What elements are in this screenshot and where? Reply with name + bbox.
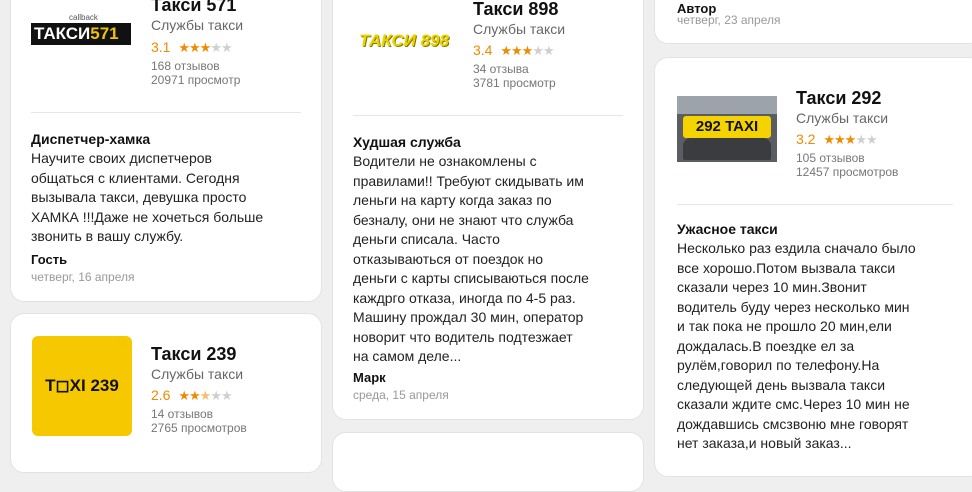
- reviews-count: 34 отзыва: [473, 62, 529, 76]
- rating: 3.2 ★★★★★: [796, 131, 878, 148]
- review-author: Марк: [353, 370, 386, 385]
- review-text: Несколько раз ездила сначало было все хо…: [677, 240, 916, 451]
- rating-value: 3.1: [151, 39, 171, 55]
- logo-main-text: ТАКСИ: [34, 24, 91, 43]
- company-logo-taxi-898[interactable]: ТАКСИ 898: [353, 21, 455, 61]
- company-name[interactable]: Такси 239: [151, 344, 236, 365]
- rating-stars-icon: ★★★★★: [823, 132, 877, 147]
- review-title[interactable]: Диспетчер-хамка: [31, 131, 150, 147]
- logo-sign-text: 292 TAXI: [683, 116, 771, 138]
- review-date: четверг, 23 апреля: [677, 13, 781, 27]
- company-logo-taxi-239[interactable]: T◻XI 239: [32, 336, 132, 436]
- rating-stars-icon: ★★★★★: [178, 388, 232, 403]
- logo-number-text: 571: [90, 24, 119, 43]
- divider: [31, 112, 301, 113]
- company-name[interactable]: Такси 571: [151, 0, 236, 16]
- rating-value: 2.6: [151, 387, 171, 403]
- divider: [677, 204, 953, 205]
- review-title[interactable]: Худшая служба: [353, 134, 461, 150]
- views-count: 12457 просмотров: [796, 165, 899, 179]
- review-author: Гость: [31, 252, 68, 267]
- company-name[interactable]: Такси 898: [473, 0, 558, 20]
- review-title[interactable]: Ужасное такси: [677, 221, 778, 237]
- review-card-taxi-571: callback ТАКСИ571 Такси 571 Службы такси…: [10, 0, 322, 302]
- review-date: четверг, 16 апреля: [31, 270, 135, 284]
- company-logo-taxi-571[interactable]: callback ТАКСИ571: [31, 9, 133, 59]
- views-count: 20971 просмотр: [151, 73, 241, 87]
- company-name[interactable]: Такси 292: [796, 88, 881, 109]
- rating: 3.4 ★★★★★: [473, 42, 555, 59]
- rating: 2.6 ★★★★★: [151, 387, 233, 404]
- reviews-count: 105 отзывов: [796, 151, 865, 165]
- logo-plate: ТАКСИ571: [31, 23, 131, 45]
- rating-stars-icon: ★★★★★: [500, 43, 554, 58]
- review-text: Водители не ознакомлены с правилами!! Тр…: [353, 153, 589, 364]
- company-category[interactable]: Службы такси: [151, 366, 243, 382]
- reviews-count: 14 отзывов: [151, 407, 214, 421]
- views-count: 2765 просмотров: [151, 421, 247, 435]
- review-card-taxi-898: ТАКСИ 898 Такси 898 Службы такси 3.4 ★★★…: [332, 0, 644, 420]
- divider: [353, 115, 623, 116]
- company-category[interactable]: Службы такси: [796, 110, 888, 126]
- rating-value: 3.2: [796, 131, 816, 147]
- review-date: среда, 15 апреля: [353, 388, 449, 402]
- review-card-partial: [332, 432, 644, 492]
- rating-value: 3.4: [473, 42, 493, 58]
- rating: 3.1 ★★★★★: [151, 39, 233, 56]
- company-logo-taxi-292[interactable]: 292 TAXI: [677, 96, 777, 162]
- logo-background: [677, 96, 777, 114]
- views-count: 3781 просмотр: [473, 76, 556, 90]
- review-text: Научите своих диспетчеров общаться с кли…: [31, 150, 264, 244]
- company-category[interactable]: Службы такси: [151, 17, 243, 33]
- rating-stars-icon: ★★★★★: [178, 40, 232, 55]
- car-icon: [683, 138, 771, 160]
- review-card-top-right: Автор четверг, 23 апреля: [654, 0, 972, 44]
- company-category[interactable]: Службы такси: [473, 21, 565, 37]
- review-card-taxi-292: 292 TAXI Такси 292 Службы такси 3.2 ★★★★…: [654, 57, 972, 477]
- logo-callback-text: callback: [69, 13, 98, 22]
- review-card-taxi-239: T◻XI 239 Такси 239 Службы такси 2.6 ★★★★…: [10, 313, 322, 473]
- reviews-count: 168 отзывов: [151, 59, 220, 73]
